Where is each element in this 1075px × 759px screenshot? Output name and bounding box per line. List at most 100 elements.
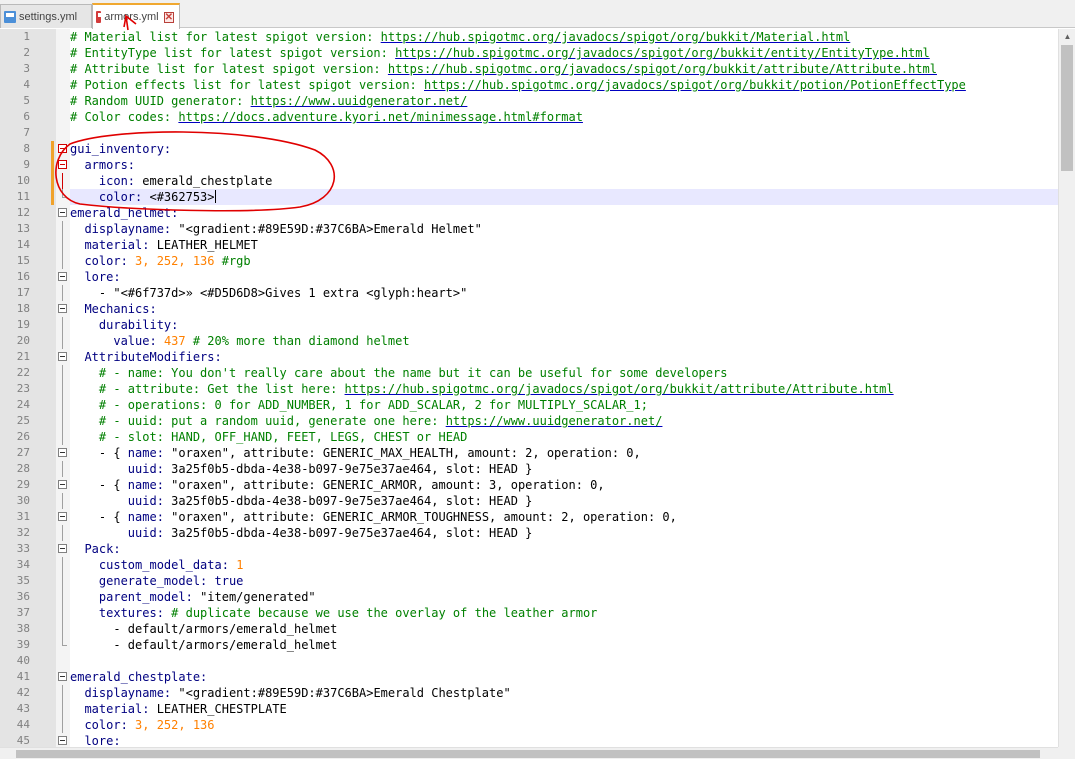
fold-toggle-icon[interactable] xyxy=(58,144,67,153)
code-line[interactable]: 28 uuid: 3a25f0b5-dbda-4e38-b097-9e75e37… xyxy=(0,461,1075,477)
tab-settings-yml[interactable]: settings.yml xyxy=(0,4,92,28)
fold-toggle-icon[interactable] xyxy=(58,672,67,681)
code-line[interactable]: 39 - default/armors/emerald_helmet xyxy=(0,637,1075,653)
fold-toggle-icon[interactable] xyxy=(58,480,67,489)
line-background xyxy=(70,125,1058,141)
horizontal-scrollbar[interactable] xyxy=(0,747,1058,759)
code-token: - { xyxy=(70,510,128,524)
fold-toggle-icon[interactable] xyxy=(58,352,67,361)
fold-toggle-icon[interactable] xyxy=(58,448,67,457)
line-number: 4 xyxy=(23,78,30,91)
vertical-scroll-thumb[interactable] xyxy=(1061,45,1073,171)
code-token: "<gradient:#89E59D:#37C6BA>Emerald Helme… xyxy=(178,222,482,236)
tab-armors-yml[interactable]: armors.yml ✕ xyxy=(92,3,180,29)
code-token: # - name: You don't really care about th… xyxy=(98,366,728,380)
code-line[interactable]: 25 # - uuid: put a random uuid, generate… xyxy=(0,413,1075,429)
code-token[interactable]: https://hub.spigotmc.org/javadocs/spigot… xyxy=(395,46,930,60)
code-line[interactable]: 14 material: LEATHER_HELMET xyxy=(0,237,1075,253)
code-line[interactable]: 33 Pack: xyxy=(0,541,1075,557)
code-token[interactable]: https://www.uuidgenerator.net/ xyxy=(251,94,468,108)
code-line[interactable]: 20 value: 437 # 20% more than diamond he… xyxy=(0,333,1075,349)
code-line[interactable]: 8 gui_inventory: xyxy=(0,141,1075,157)
line-number: 22 xyxy=(16,366,30,379)
code-line[interactable]: 11 color: <#362753> xyxy=(0,189,1075,205)
code-line[interactable]: 29 - { name: "oraxen", attribute: GENERI… xyxy=(0,477,1075,493)
code-token: - { xyxy=(70,446,128,460)
code-line[interactable]: 30 uuid: 3a25f0b5-dbda-4e38-b097-9e75e37… xyxy=(0,493,1075,509)
code-line[interactable]: 41 emerald_chestplate: xyxy=(0,669,1075,685)
scrollbar-corner xyxy=(1058,747,1075,759)
code-line[interactable]: 12 emerald_helmet: xyxy=(0,205,1075,221)
code-line[interactable]: 23 # - attribute: Get the list here: htt… xyxy=(0,381,1075,397)
code-line[interactable]: 15 color: 3, 252, 136 #rgb xyxy=(0,253,1075,269)
code-token: - default/armors/emerald_helmet xyxy=(70,638,338,652)
code-token[interactable]: https://hub.spigotmc.org/javadocs/spigot… xyxy=(388,62,937,76)
code-line[interactable]: 35 generate_model: true xyxy=(0,573,1075,589)
code-text: generate_model: true xyxy=(70,573,244,589)
scroll-up-icon[interactable]: ▲ xyxy=(1059,29,1075,45)
code-token: value: xyxy=(113,334,164,348)
code-line[interactable]: 32 uuid: 3a25f0b5-dbda-4e38-b097-9e75e37… xyxy=(0,525,1075,541)
code-line[interactable]: 40 xyxy=(0,653,1075,669)
code-line[interactable]: 7 xyxy=(0,125,1075,141)
line-number: 3 xyxy=(23,62,30,75)
code-line[interactable]: 22 # - name: You don't really care about… xyxy=(0,365,1075,381)
code-line[interactable]: 31 - { name: "oraxen", attribute: GENERI… xyxy=(0,509,1075,525)
yaml-file-icon xyxy=(96,11,107,23)
line-number: 31 xyxy=(16,510,30,523)
code-token: name: xyxy=(127,446,172,460)
fold-toggle-icon[interactable] xyxy=(58,544,67,553)
code-line[interactable]: 34 custom_model_data: 1 xyxy=(0,557,1075,573)
code-line[interactable]: 37 textures: # duplicate because we use … xyxy=(0,605,1075,621)
code-line[interactable]: 43 material: LEATHER_CHESTPLATE xyxy=(0,701,1075,717)
code-line[interactable]: 1 # Material list for latest spigot versi… xyxy=(0,29,1075,45)
close-tab-icon[interactable]: ✕ xyxy=(163,11,174,23)
code-token: # Random UUID generator: xyxy=(70,94,251,108)
code-token[interactable]: https://docs.adventure.kyori.net/minimes… xyxy=(178,110,583,124)
code-line[interactable]: 44 color: 3, 252, 136 xyxy=(0,717,1075,733)
vertical-scrollbar[interactable]: ▲ xyxy=(1058,29,1075,747)
code-line[interactable]: 6 # Color codes: https://docs.adventure.k… xyxy=(0,109,1075,125)
fold-toggle-icon[interactable] xyxy=(58,736,67,745)
code-token[interactable]: https://hub.spigotmc.org/javadocs/spigot… xyxy=(381,30,851,44)
code-token[interactable]: https://www.uuidgenerator.net/ xyxy=(446,414,663,428)
line-background xyxy=(70,301,1058,317)
change-marker xyxy=(51,189,54,205)
code-line[interactable]: 24 # - operations: 0 for ADD_NUMBER, 1 f… xyxy=(0,397,1075,413)
fold-toggle-icon[interactable] xyxy=(58,304,67,313)
code-text: displayname: "<gradient:#89E59D:#37C6BA>… xyxy=(70,221,482,237)
code-line[interactable]: 21 AttributeModifiers: xyxy=(0,349,1075,365)
code-token: LEATHER_HELMET xyxy=(156,238,258,252)
code-token[interactable]: https://hub.spigotmc.org/javadocs/spigot… xyxy=(345,382,894,396)
code-line[interactable]: 3 # Attribute list for latest spigot vers… xyxy=(0,61,1075,77)
code-line[interactable]: 38 - default/armors/emerald_helmet xyxy=(0,621,1075,637)
code-line[interactable]: 9 armors: xyxy=(0,157,1075,173)
code-line[interactable]: 19 durability: xyxy=(0,317,1075,333)
code-token[interactable]: https://hub.spigotmc.org/javadocs/spigot… xyxy=(424,78,966,92)
fold-toggle-icon[interactable] xyxy=(58,160,67,169)
horizontal-scroll-thumb[interactable] xyxy=(16,750,1040,758)
code-text: color: 3, 252, 136 xyxy=(70,717,214,733)
code-line[interactable]: 17 - "<#6f737d>» <#D5D6D8>Gives 1 extra … xyxy=(0,285,1075,301)
code-line[interactable]: 42 displayname: "<gradient:#89E59D:#37C6… xyxy=(0,685,1075,701)
code-line[interactable]: 16 lore: xyxy=(0,269,1075,285)
fold-end-marker xyxy=(62,189,67,198)
code-line[interactable]: 26 # - slot: HAND, OFF_HAND, FEET, LEGS,… xyxy=(0,429,1075,445)
code-line[interactable]: 13 displayname: "<gradient:#89E59D:#37C6… xyxy=(0,221,1075,237)
code-line[interactable]: 27 - { name: "oraxen", attribute: GENERI… xyxy=(0,445,1075,461)
code-line[interactable]: 2 # EntityType list for latest spigot ver… xyxy=(0,45,1075,61)
code-line[interactable]: 18 Mechanics: xyxy=(0,301,1075,317)
code-token: "item/generated" xyxy=(200,590,316,604)
fold-toggle-icon[interactable] xyxy=(58,272,67,281)
code-line[interactable]: 36 parent_model: "item/generated" xyxy=(0,589,1075,605)
fold-toggle-icon[interactable] xyxy=(58,512,67,521)
code-line[interactable]: 4 # Potion effects list for latest spigot… xyxy=(0,77,1075,93)
code-line[interactable]: 10 icon: emerald_chestplate xyxy=(0,173,1075,189)
code-line[interactable]: 5 # Random UUID generator: https://www.uu… xyxy=(0,93,1075,109)
code-token: LEATHER_CHESTPLATE xyxy=(156,702,287,716)
code-text: value: 437 # 20% more than diamond helme… xyxy=(70,333,409,349)
fold-toggle-icon[interactable] xyxy=(58,208,67,217)
